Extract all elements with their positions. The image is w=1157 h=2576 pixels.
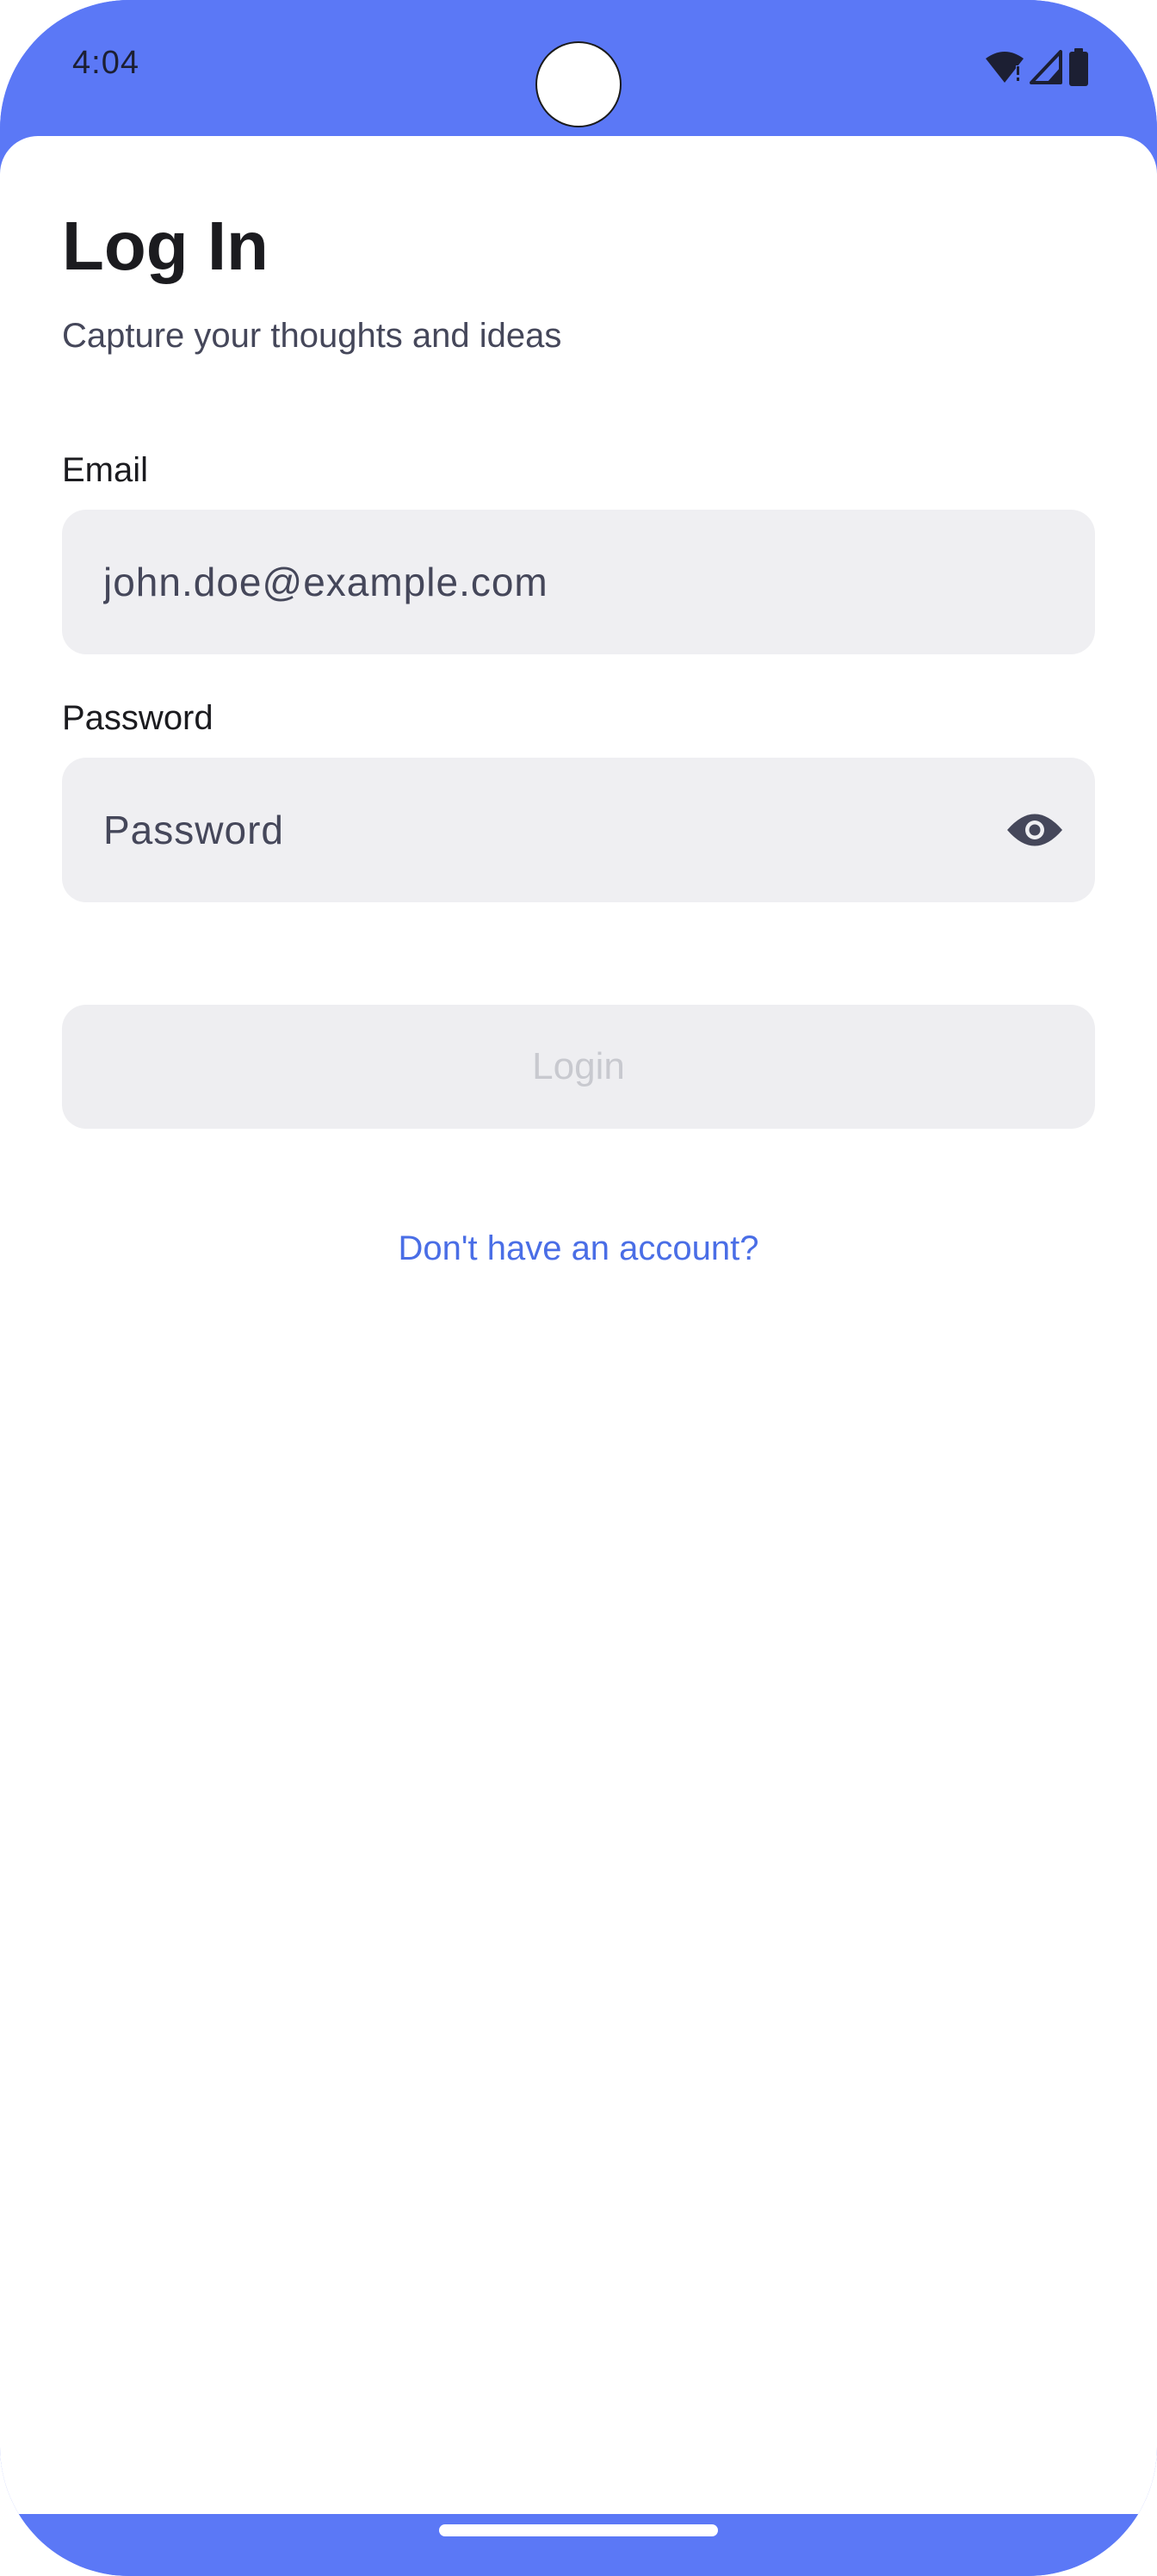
email-field[interactable]	[103, 510, 964, 654]
camera-cutout	[537, 43, 620, 126]
status-time: 4:04	[72, 45, 139, 81]
battery-icon	[1067, 48, 1090, 86]
phone-frame: 4:04 Log In Capture your thoughts and id…	[0, 0, 1157, 2576]
signup-link[interactable]: Don't have an account?	[0, 1229, 1157, 1268]
login-button[interactable]: Login	[62, 1005, 1095, 1129]
password-label: Password	[62, 699, 213, 737]
password-field[interactable]	[103, 758, 964, 902]
home-indicator[interactable]	[439, 2524, 718, 2536]
status-bar: 4:04	[0, 0, 1157, 138]
status-icons	[985, 48, 1090, 86]
page-title: Log In	[62, 207, 269, 284]
password-field-container	[62, 758, 1095, 902]
eye-icon[interactable]	[1005, 801, 1064, 859]
wifi-icon	[985, 50, 1024, 84]
navigation-bar	[0, 2514, 1157, 2576]
login-sheet: Log In Capture your thoughts and ideas E…	[0, 136, 1157, 2514]
signal-icon	[1030, 50, 1062, 84]
page-subtitle: Capture your thoughts and ideas	[62, 317, 562, 355]
email-label: Email	[62, 451, 149, 489]
email-field-container	[62, 510, 1095, 654]
